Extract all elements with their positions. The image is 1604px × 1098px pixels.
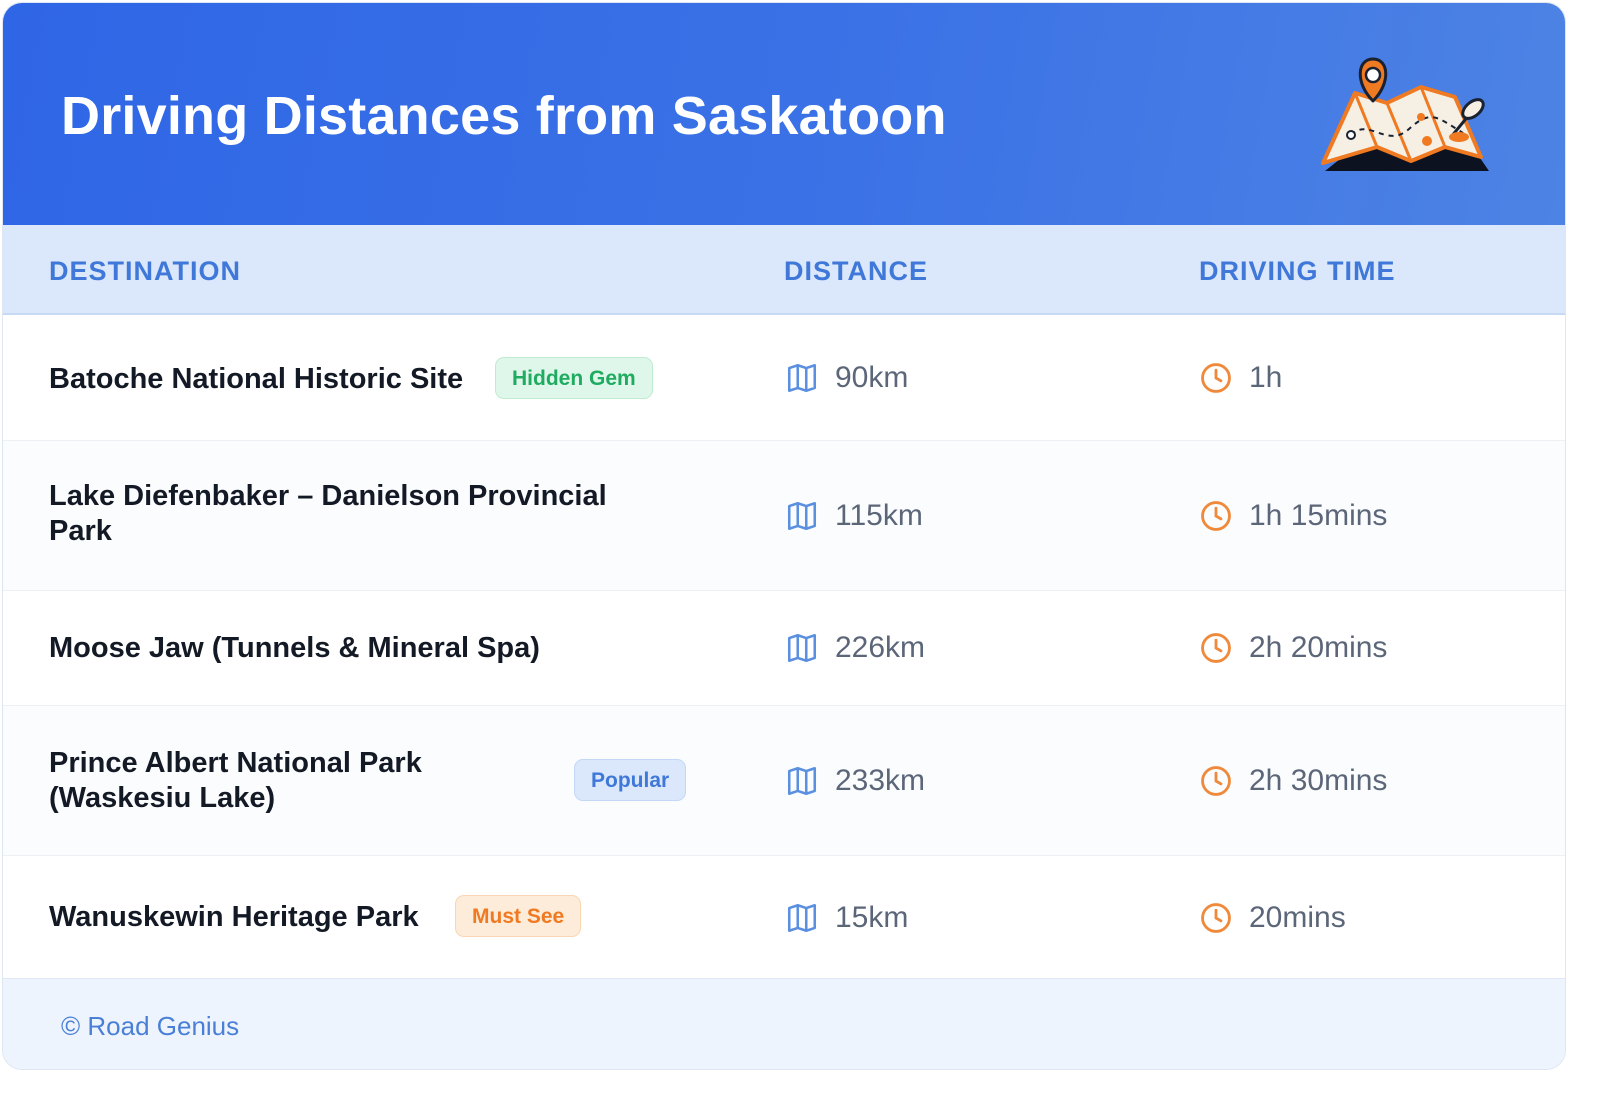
table-row: Prince Albert National Park (Waskesiu La… [3,706,1565,856]
column-header-driving-time: DRIVING TIME [1199,256,1396,286]
clock-icon [1201,633,1231,663]
map-icon [787,501,817,531]
footer: © Road Genius [3,978,1565,1069]
clock-icon [1201,766,1231,796]
page-title: Driving Distances from Saskatoon [61,86,947,146]
destination-name: Prince Albert National Park (Waskesiu La… [49,747,422,814]
table-row: Batoche National Historic Site Hidden Ge… [3,315,1565,441]
table-body: Batoche National Historic Site Hidden Ge… [3,315,1565,978]
distance-value: 115km [835,499,923,532]
clock-icon [1201,501,1231,531]
distance-value: 90km [835,361,909,394]
map-icon [787,766,817,796]
clock-icon [1201,903,1231,933]
driving-time-value: 1h 15mins [1249,499,1388,532]
clock-icon [1201,363,1231,393]
footer-credit: © Road Genius [61,1011,240,1041]
table-row: Moose Jaw (Tunnels & Mineral Spa) 226km … [3,591,1565,706]
distance-value: 233km [835,764,926,797]
distance-table-card: Driving Distances from Saskatoon DESTINA… [2,2,1566,1070]
table-row: Wanuskewin Heritage Park Must See 15km 2… [3,856,1565,978]
driving-time-value: 2h 30mins [1249,764,1388,797]
map-icon [787,633,817,663]
driving-time-value: 20mins [1249,901,1346,934]
hidden-gem-badge: Hidden Gem [495,357,653,399]
destination-name: Lake Diefenbaker – Danielson Provincial … [49,480,607,547]
destination-name: Moose Jaw (Tunnels & Mineral Spa) [49,632,540,664]
table-column-headers: DESTINATION DISTANCE DRIVING TIME [3,225,1565,315]
table-row: Lake Diefenbaker – Danielson Provincial … [3,441,1565,591]
must-see-badge: Must See [455,895,582,937]
distance-value: 15km [835,901,909,934]
driving-time-value: 2h 20mins [1249,631,1388,664]
column-header-distance: DISTANCE [784,256,929,286]
destination-name: Wanuskewin Heritage Park [49,901,419,933]
map-icon [787,903,817,933]
popular-badge: Popular [574,759,687,801]
destination-name: Batoche National Historic Site [49,363,464,395]
header-banner: Driving Distances from Saskatoon [3,3,1565,225]
map-with-location-pin-icon [1321,57,1489,171]
distance-value: 226km [835,631,926,664]
column-header-destination: DESTINATION [49,256,241,286]
map-icon [787,363,817,393]
driving-time-value: 1h [1249,361,1283,394]
